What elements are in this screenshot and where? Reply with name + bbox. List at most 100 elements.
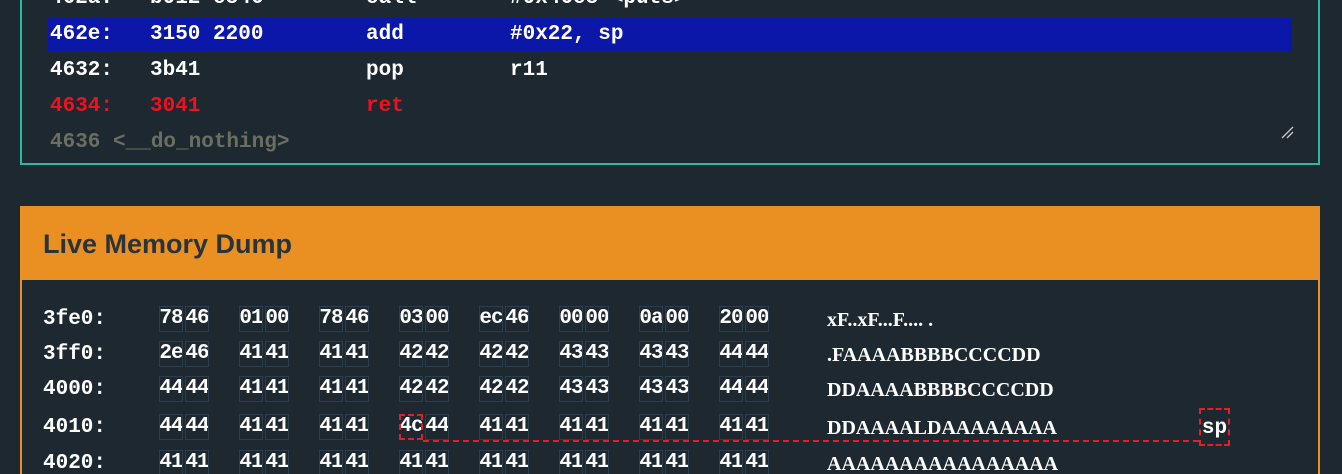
memory-byte[interactable]: 41 (265, 376, 290, 402)
memory-byte[interactable]: 78 (319, 306, 344, 332)
instruction-operands: #0x22, sp (510, 23, 624, 46)
memory-byte[interactable]: 00 (585, 306, 610, 332)
memory-byte[interactable]: 00 (665, 306, 690, 332)
memory-byte[interactable]: 00 (265, 306, 290, 332)
memory-byte[interactable]: 41 (319, 414, 344, 440)
memory-byte[interactable]: 42 (505, 376, 530, 402)
memory-byte[interactable]: 01 (239, 306, 264, 332)
memory-byte[interactable]: 46 (185, 341, 210, 367)
memory-byte[interactable]: 41 (585, 414, 610, 440)
memory-byte[interactable]: 41 (719, 414, 744, 440)
sp-marker: sp (1199, 408, 1230, 446)
memory-byte[interactable]: 41 (239, 341, 264, 367)
memory-byte[interactable]: 41 (665, 414, 690, 440)
memory-byte[interactable]: 41 (345, 341, 370, 367)
disassembly-row[interactable]: 4634: 3041 ret (48, 90, 1292, 123)
memory-dump-panel: Live Memory Dump 3fe0: 78 46 01 00 78 46 03 00 ec… (20, 206, 1320, 474)
memory-byte[interactable]: 46 (505, 306, 530, 332)
memory-byte[interactable]: 44 (159, 414, 184, 440)
memory-byte-marked[interactable]: 4c (399, 414, 424, 440)
memory-byte[interactable]: 41 (345, 450, 370, 474)
memory-byte[interactable]: 44 (425, 414, 450, 440)
memory-byte[interactable]: 2e (159, 341, 184, 367)
memory-byte[interactable]: 43 (559, 341, 584, 367)
resize-grip-icon[interactable] (1280, 125, 1294, 139)
memory-byte[interactable]: 41 (399, 450, 424, 474)
memory-byte[interactable]: 42 (399, 341, 424, 367)
memory-byte[interactable]: 00 (425, 306, 450, 332)
memory-byte[interactable]: 42 (425, 376, 450, 402)
memory-byte[interactable]: 41 (639, 414, 664, 440)
memory-byte[interactable]: 46 (345, 306, 370, 332)
instruction-address: 4632: (50, 59, 114, 82)
memory-byte[interactable]: 41 (665, 450, 690, 474)
disassembly-panel[interactable]: 462a: b012 c846 call #0x46c8 <puts> 462e: 315… (20, 0, 1320, 165)
memory-byte[interactable]: 41 (745, 414, 770, 440)
memory-byte[interactable]: 41 (425, 450, 450, 474)
memory-byte[interactable]: 41 (265, 341, 290, 367)
memory-byte[interactable]: 41 (745, 450, 770, 474)
memory-byte[interactable]: 42 (479, 341, 504, 367)
memory-byte[interactable]: 41 (265, 450, 290, 474)
memory-byte[interactable]: 41 (319, 341, 344, 367)
memory-byte[interactable]: 41 (505, 414, 530, 440)
memory-byte[interactable]: 46 (185, 306, 210, 332)
memory-byte[interactable]: 41 (319, 450, 344, 474)
disassembly-row[interactable]: 462e: 3150 2200 add #0x22, sp (48, 18, 1292, 51)
memory-byte[interactable]: 43 (665, 341, 690, 367)
memory-byte[interactable]: 44 (719, 376, 744, 402)
memory-ascii: DDAAAABBBBCCCCDD (827, 379, 1054, 401)
memory-byte[interactable]: 41 (479, 414, 504, 440)
memory-byte[interactable]: 42 (399, 376, 424, 402)
instruction-mnemonic: ret (366, 95, 404, 118)
memory-ascii: DDAAAALDAAAAAAAA (827, 417, 1057, 439)
memory-byte[interactable]: ec (479, 306, 504, 332)
memory-byte[interactable]: 44 (185, 376, 210, 402)
memory-byte[interactable]: 42 (505, 341, 530, 367)
memory-byte[interactable]: 41 (239, 450, 264, 474)
memory-byte[interactable]: 41 (479, 450, 504, 474)
memory-address: 4010: (43, 416, 107, 439)
memory-byte[interactable]: 41 (265, 414, 290, 440)
memory-byte[interactable]: 41 (559, 414, 584, 440)
instruction-address: 462e: (50, 23, 114, 46)
memory-byte[interactable]: 44 (159, 376, 184, 402)
memory-byte[interactable]: 41 (505, 450, 530, 474)
memory-byte[interactable]: 41 (345, 414, 370, 440)
memory-byte[interactable]: 41 (585, 450, 610, 474)
disassembly-row[interactable]: 462a: b012 c846 call #0x46c8 <puts> (48, 0, 1292, 15)
memory-byte[interactable]: 41 (559, 450, 584, 474)
memory-byte[interactable]: 00 (559, 306, 584, 332)
memory-byte[interactable]: 43 (585, 376, 610, 402)
disassembly-row[interactable]: 4632: 3b41 pop r11 (48, 54, 1292, 87)
memory-byte[interactable]: 41 (639, 450, 664, 474)
memory-byte[interactable]: 44 (745, 376, 770, 402)
memory-byte[interactable]: 00 (745, 306, 770, 332)
memory-byte[interactable]: 43 (639, 341, 664, 367)
memory-byte[interactable]: 41 (185, 450, 210, 474)
instruction-address: 4634: (50, 95, 114, 118)
memory-byte[interactable]: 41 (239, 414, 264, 440)
instruction-mnemonic: add (366, 23, 404, 46)
memory-byte[interactable]: 42 (425, 341, 450, 367)
memory-byte[interactable]: 20 (719, 306, 744, 332)
memory-byte[interactable]: 41 (719, 450, 744, 474)
memory-byte[interactable]: 0a (639, 306, 664, 332)
memory-byte[interactable]: 44 (185, 414, 210, 440)
memory-byte[interactable]: 41 (319, 376, 344, 402)
memory-address: 3fe0: (43, 308, 107, 331)
instruction-operands: #0x46c8 <puts> (510, 0, 686, 15)
memory-byte[interactable]: 44 (719, 341, 744, 367)
memory-byte[interactable]: 03 (399, 306, 424, 332)
memory-byte[interactable]: 78 (159, 306, 184, 332)
memory-byte[interactable]: 43 (639, 376, 664, 402)
memory-byte[interactable]: 41 (159, 450, 184, 474)
disassembly-row[interactable]: 4636 <__do_nothing> (48, 126, 1292, 159)
memory-byte[interactable]: 41 (345, 376, 370, 402)
memory-byte[interactable]: 43 (559, 376, 584, 402)
memory-byte[interactable]: 43 (585, 341, 610, 367)
memory-byte[interactable]: 41 (239, 376, 264, 402)
memory-byte[interactable]: 44 (745, 341, 770, 367)
memory-byte[interactable]: 42 (479, 376, 504, 402)
memory-byte[interactable]: 43 (665, 376, 690, 402)
